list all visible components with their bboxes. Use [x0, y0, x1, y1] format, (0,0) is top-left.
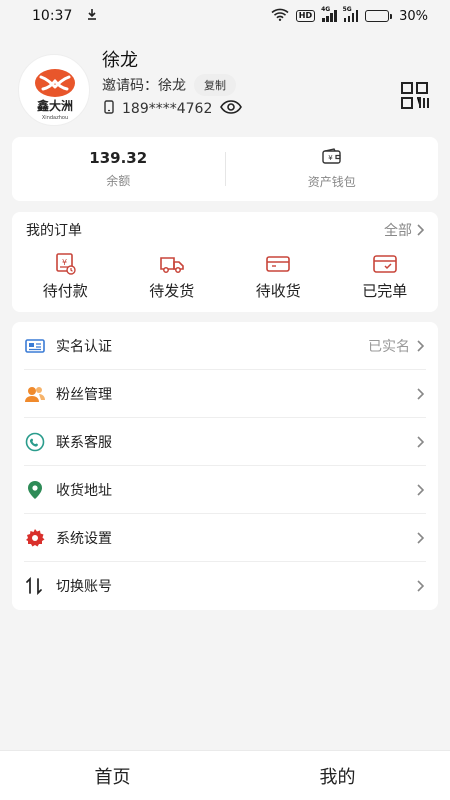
download-icon	[86, 8, 98, 24]
receive-box-icon	[266, 256, 291, 272]
signal-icon: 4G	[321, 6, 337, 22]
signal-icon: 5G	[343, 6, 359, 22]
menu-item-label: 联系客服	[56, 435, 112, 451]
orders-all-link[interactable]: 全部	[384, 220, 424, 240]
status-bar: 10:37 HD 4G 5G 30%	[0, 0, 450, 32]
chevron-right-icon	[417, 532, 424, 544]
gear-icon	[24, 527, 46, 549]
profile-header: 鑫大洲 Xindazhou 徐龙 邀请码： 徐龙 复制 189****4762	[18, 44, 432, 128]
menu-item-label: 系统设置	[56, 531, 112, 547]
order-item-completed[interactable]: 已完单	[332, 252, 439, 301]
order-item-pending-shipment[interactable]: 待发货	[119, 252, 226, 301]
verified-status: 已实名	[368, 339, 410, 355]
qr-code-icon[interactable]	[400, 82, 432, 110]
menu-item-switch-account[interactable]: 切换账号	[12, 562, 438, 610]
tab-mine[interactable]: 我的	[225, 751, 450, 800]
wifi-icon	[271, 8, 289, 25]
menu-item-shipping-address[interactable]: 收货地址	[12, 466, 438, 514]
chevron-right-icon	[417, 484, 424, 496]
order-item-label: 待付款	[42, 282, 88, 300]
order-item-label: 已完单	[362, 282, 408, 300]
customer-service-icon	[24, 431, 46, 453]
pending-payment-icon: ¥	[56, 253, 76, 275]
menu-item-real-name-auth[interactable]: 实名认证 已实名	[12, 322, 438, 370]
status-time: 10:37	[32, 8, 73, 24]
order-item-label: 待发货	[149, 282, 195, 300]
svg-text:¥: ¥	[62, 258, 67, 267]
menu-card: 实名认证 已实名 粉丝管理 联系客服 收货地址 系统设置 切换账号	[12, 322, 438, 610]
phone-row: 189****4762	[104, 100, 243, 118]
orders-title: 我的订单	[26, 223, 82, 239]
balance-value: 139.32	[89, 149, 148, 167]
phone-icon	[104, 100, 114, 118]
avatar[interactable]: 鑫大洲 Xindazhou	[18, 54, 90, 126]
chevron-right-icon	[417, 224, 424, 236]
tab-home[interactable]: 首页	[0, 751, 225, 800]
order-item-pending-payment[interactable]: ¥ 待付款	[12, 252, 119, 301]
completed-box-icon	[372, 255, 397, 273]
battery-icon	[365, 10, 393, 22]
copy-invite-button[interactable]: 复制	[194, 74, 236, 96]
order-status-list: ¥ 待付款 待发货 待收货 已完单	[12, 252, 438, 301]
brand-logo-icon: 鑫大洲 Xindazhou	[35, 69, 75, 121]
phone-number: 189****4762	[122, 101, 213, 117]
switch-account-icon	[24, 575, 46, 597]
bottom-tab-bar: 首页 我的	[0, 750, 450, 800]
menu-item-system-settings[interactable]: 系统设置	[12, 514, 438, 562]
svg-text:Xindazhou: Xindazhou	[42, 115, 68, 121]
user-name: 徐龙	[102, 50, 138, 71]
orders-all-label: 全部	[384, 223, 412, 239]
orders-card: 我的订单 全部 ¥ 待付款 待发货 待收货 已完单	[12, 212, 438, 312]
wallet-card: 139.32 余额 ¥ 资产钱包	[12, 137, 438, 201]
balance-label: 余额	[106, 174, 131, 188]
eye-icon[interactable]	[220, 100, 243, 118]
order-item-pending-receipt[interactable]: 待收货	[225, 252, 332, 301]
truck-icon	[159, 257, 184, 273]
menu-item-label: 实名认证	[56, 339, 112, 355]
assets-wallet-section[interactable]: ¥ 资产钱包	[226, 137, 439, 201]
id-card-icon	[24, 335, 46, 357]
chevron-right-icon	[417, 340, 424, 352]
assets-wallet-label: 资产钱包	[307, 175, 356, 189]
invite-label: 邀请码：	[102, 78, 158, 94]
svg-text:鑫大洲: 鑫大洲	[36, 98, 73, 113]
menu-item-label: 收货地址	[56, 483, 112, 499]
menu-item-label: 切换账号	[56, 579, 112, 595]
menu-item-customer-service[interactable]: 联系客服	[12, 418, 438, 466]
battery-percent: 30%	[399, 8, 428, 24]
chevron-right-icon	[417, 388, 424, 400]
location-pin-icon	[24, 479, 46, 501]
orders-header: 我的订单 全部	[26, 220, 424, 240]
svg-text:¥: ¥	[328, 154, 333, 162]
menu-item-label: 粉丝管理	[56, 387, 112, 403]
invite-code-row: 邀请码： 徐龙 复制	[102, 74, 236, 96]
wallet-icon: ¥	[322, 148, 342, 168]
order-item-label: 待收货	[255, 282, 301, 300]
fans-icon	[24, 383, 46, 405]
chevron-right-icon	[417, 436, 424, 448]
chevron-right-icon	[417, 580, 424, 592]
hd-icon: HD	[295, 10, 316, 22]
invite-code: 徐龙	[158, 78, 186, 94]
balance-section[interactable]: 139.32 余额	[12, 137, 225, 201]
menu-item-fans[interactable]: 粉丝管理	[12, 370, 438, 418]
